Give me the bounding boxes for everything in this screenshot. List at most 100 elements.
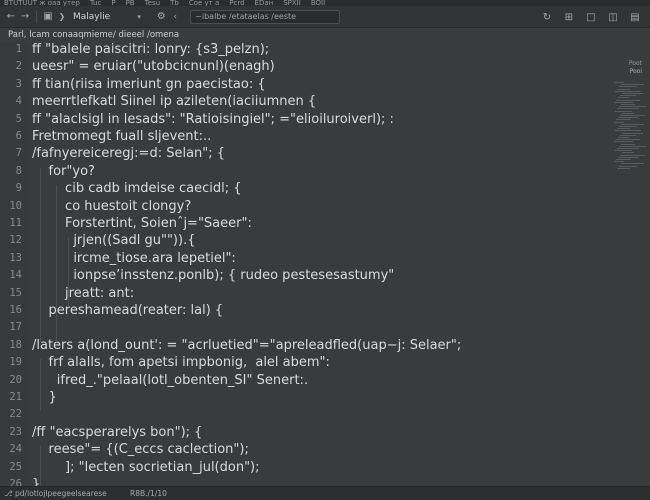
minimap-line xyxy=(616,99,640,101)
line-number: 2 xyxy=(15,60,22,73)
line-number: 16 xyxy=(9,304,22,316)
minimap-line xyxy=(618,137,629,138)
minimap-line xyxy=(614,101,633,103)
code-line[interactable]: reese"= {(C_eccs caclection"); xyxy=(32,442,249,457)
code-line[interactable]: /laters a(lond_ount': = "acrluetied"="ap… xyxy=(32,338,461,353)
code-line[interactable]: ff "alaclsigl in lesads": "Ratioisingiel… xyxy=(32,112,394,127)
code-line[interactable]: meerrtlefkatl Siinel ip azileten(iaciium… xyxy=(32,94,316,109)
dropdown-arrow-icon[interactable]: ▾ xyxy=(132,10,146,24)
code-line[interactable]: /ff "eacsperarelys bon"); { xyxy=(32,425,202,440)
indent-guide xyxy=(56,185,57,342)
minimap-line xyxy=(619,86,637,88)
minimap-line xyxy=(614,121,624,123)
line-number: 20 xyxy=(9,373,22,386)
window-icon[interactable]: ▣ xyxy=(41,10,55,24)
panel-subtitle: Pooi xyxy=(629,68,642,75)
code-line[interactable]: ff "balele paiscitri: lonry: {s3_pelzn); xyxy=(32,42,269,57)
chevron-left-icon[interactable]: ‹ xyxy=(168,10,182,24)
code-line[interactable]: } xyxy=(32,390,57,405)
toolbar-separator xyxy=(36,10,37,23)
status-left[interactable]: ⎇ pd/lotlojlpeegeelsearese xyxy=(4,487,107,500)
grid-icon[interactable]: ⊞ xyxy=(562,10,576,24)
minimap-line xyxy=(619,145,646,147)
settings-icon[interactable]: ⚙ xyxy=(154,10,168,24)
minimap-line xyxy=(618,97,629,99)
line-number: 15 xyxy=(9,286,22,299)
minimap-line xyxy=(616,139,640,141)
minimap-line xyxy=(616,159,631,160)
minimap-line xyxy=(619,126,637,127)
minimap-line xyxy=(614,161,624,163)
line-number: 18 xyxy=(9,338,22,351)
breadcrumb[interactable]: Parl, lcam conaaqmieme∕ dieeel /omena xyxy=(0,28,650,42)
code-line[interactable]: pereshamead(reater: lal) { xyxy=(32,303,224,318)
run-config-label[interactable]: Malaylie xyxy=(73,12,110,22)
minimap-line xyxy=(620,134,636,136)
code-line[interactable]: jreatt: ant: xyxy=(32,286,134,301)
maximize-icon[interactable]: □ xyxy=(584,10,598,24)
forward-icon[interactable]: → xyxy=(18,10,32,24)
code-line[interactable]: ff tian(riisa imeriunt gn paecistao: { xyxy=(32,77,266,92)
code-line[interactable]: Fretmomegt fuall sljevent:.. xyxy=(32,129,211,144)
code-line[interactable]: Forstertint, Soienˆj="Saeer": xyxy=(32,216,252,231)
minimap-line xyxy=(621,123,644,125)
code-line[interactable]: ircme_tiose.ara lepetiel": xyxy=(32,251,236,266)
minimap-line xyxy=(622,93,643,94)
minimap-line xyxy=(617,167,630,169)
minimap-line xyxy=(620,154,645,156)
minimap-line xyxy=(620,95,636,97)
minimap-line xyxy=(617,88,630,90)
line-number: 6 xyxy=(15,130,22,142)
line-number: 12 xyxy=(9,234,22,247)
code-line[interactable]: ionpse’insstenz.ponlb); { rudeo pesteses… xyxy=(32,268,394,283)
minimap-line xyxy=(619,165,637,167)
minimap-panel[interactable]: Poot Pooi xyxy=(610,42,650,482)
status-position[interactable]: R8B./1/10 xyxy=(130,487,167,500)
minimap-line xyxy=(621,143,635,145)
minimap-line xyxy=(615,150,632,152)
minimap-line xyxy=(615,110,632,112)
code-line[interactable]: /fafnyereiceregj:=d: Selan"; { xyxy=(32,146,225,161)
panel-title: Poot xyxy=(628,60,642,67)
dock-icon[interactable]: ▤ xyxy=(628,10,642,24)
indent-guide xyxy=(40,167,41,342)
split-icon[interactable]: ◫ xyxy=(606,10,620,24)
minimap-line xyxy=(619,106,646,108)
code-line[interactable]: cib cadb imdeise caecidl; { xyxy=(32,181,241,196)
line-number: 25 xyxy=(9,460,22,473)
minimap-line xyxy=(616,119,631,121)
minimap-line xyxy=(614,141,633,143)
line-number: 3 xyxy=(15,77,22,90)
line-number: 24 xyxy=(9,443,22,456)
code-line[interactable]: frf alalls, fom apetsi impbonig, alel ab… xyxy=(32,355,330,370)
minimap-line xyxy=(614,82,624,83)
line-number: 7 xyxy=(15,147,22,160)
indent-guide xyxy=(68,237,69,307)
code-line[interactable]: for"yo? xyxy=(32,164,95,179)
line-number: 8 xyxy=(15,164,22,177)
path-field[interactable]: ~ibalbe /etataelas /eeste xyxy=(190,9,341,24)
back-icon[interactable]: ← xyxy=(4,10,18,24)
status-bar: ⎇ pd/lotlojlpeegeelsearese R8B./1/10 xyxy=(0,486,650,500)
code-line[interactable]: ]; "lecten socrietian_jul(don"); xyxy=(32,460,259,475)
line-number: 14 xyxy=(9,269,22,282)
minimap-line xyxy=(620,115,645,116)
refresh-icon[interactable]: ↻ xyxy=(540,10,554,24)
line-number: 4 xyxy=(15,95,22,108)
minimap-line xyxy=(622,132,643,134)
line-number: 19 xyxy=(9,356,22,369)
minimap-line xyxy=(621,84,644,86)
minimap-line xyxy=(617,108,639,110)
code-line[interactable]: ifred_."pelaal(lotl_obenten_SI" Senert:. xyxy=(32,373,308,388)
toolbar: ← → ▣ ❯ Malaylie ▾ ⚙ ‹ ~ibalbe /etataela… xyxy=(0,6,650,28)
line-number: 1 xyxy=(15,43,22,55)
minimap-line xyxy=(622,112,634,114)
minimap-line xyxy=(615,90,641,92)
chevron-down-icon[interactable]: ❯ xyxy=(55,10,69,24)
line-number: 11 xyxy=(9,217,22,229)
minimap-line xyxy=(622,152,634,154)
line-number: 17 xyxy=(9,321,22,334)
code-line[interactable]: ueesr" = eruiar("utobcicnunl)(enagh) xyxy=(32,59,275,74)
line-number: 10 xyxy=(9,199,22,212)
minimap-line xyxy=(621,163,644,165)
